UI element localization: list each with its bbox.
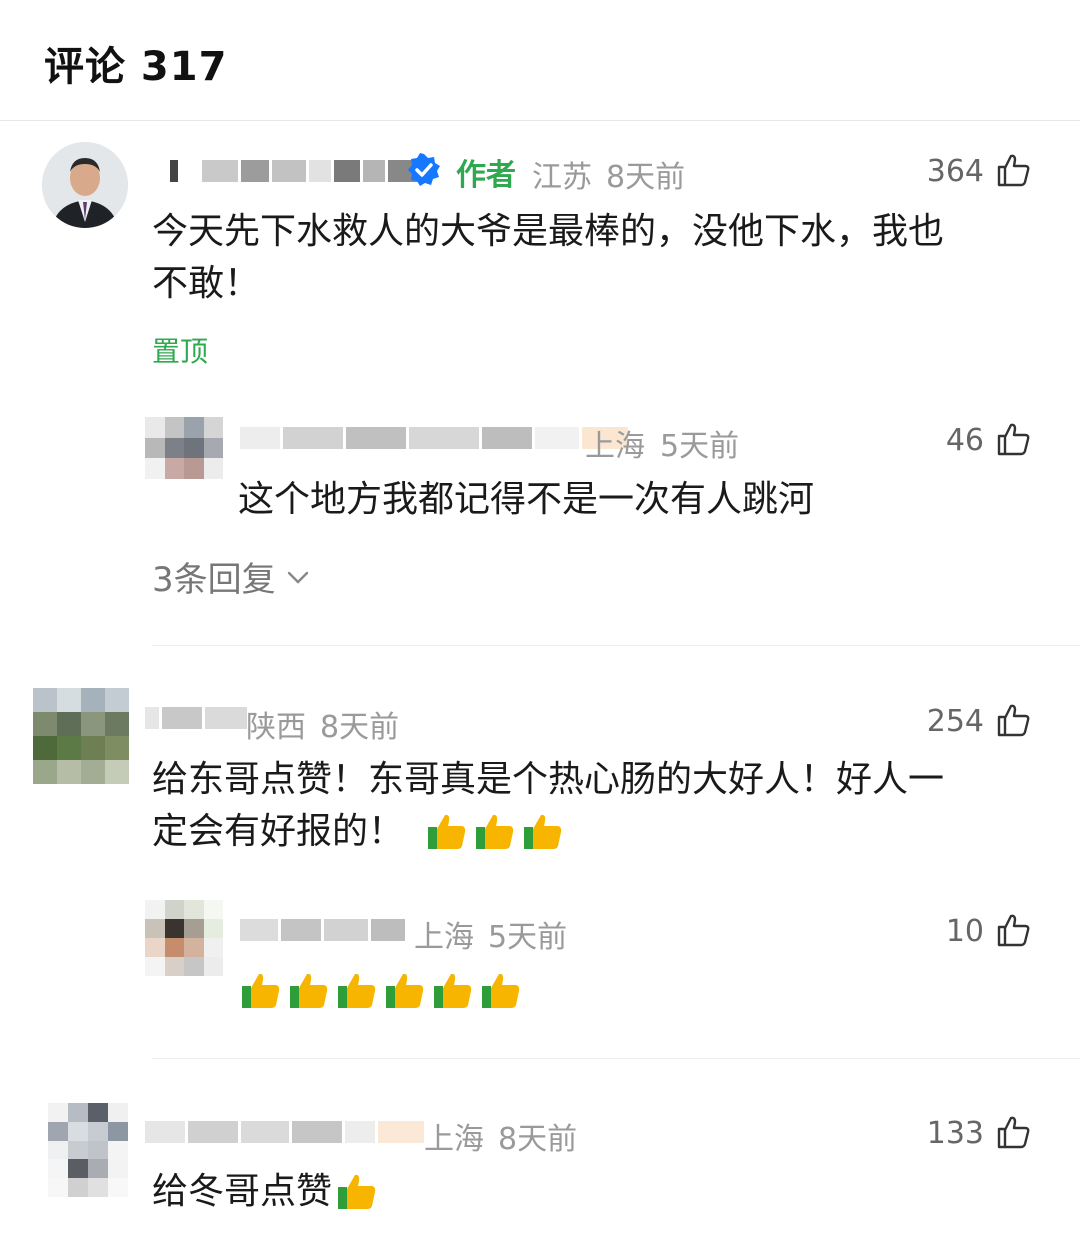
avatar[interactable] (145, 900, 223, 976)
like-count: 254 (926, 704, 984, 739)
thumbs-up-emoji-icon (524, 814, 562, 849)
comment-divider (152, 645, 1080, 646)
emoji-group (426, 811, 564, 853)
thumbs-up-emoji-icon (428, 814, 466, 849)
comment-location: 陕西 (246, 710, 306, 745)
emoji-group (240, 970, 522, 1012)
avatar[interactable] (145, 417, 223, 479)
page-title: 评论 317 (44, 44, 228, 90)
comment-text-line: 给东哥点赞！东哥真是个热心肠的大好人！好人一 (152, 759, 945, 800)
reply-time: 5天前 (488, 920, 568, 955)
blurred-username[interactable] (170, 153, 421, 189)
view-replies-label: 3条回复 (152, 560, 276, 600)
blurred-username[interactable] (145, 700, 250, 736)
comment-divider (152, 1058, 1080, 1059)
reply-time: 5天前 (660, 429, 740, 464)
view-replies-link[interactable]: 3条回复 (152, 552, 312, 601)
thumbs-up-emoji-icon (482, 973, 520, 1008)
comment-text-line: 定会有好报的！ (152, 811, 405, 852)
thumbs-up-outline-icon[interactable] (996, 421, 1032, 457)
thumbs-up-emoji-icon (242, 973, 280, 1008)
comment-time: 8天前 (498, 1122, 578, 1157)
reply-location: 上海 (585, 429, 645, 464)
like-count: 10 (945, 914, 984, 949)
thumbs-up-outline-icon[interactable] (996, 1114, 1032, 1150)
thumbs-up-outline-icon[interactable] (996, 152, 1032, 188)
author-avatar-photo (42, 142, 128, 228)
comment-line-with-emojis: 定会有好报的！ (152, 806, 564, 858)
verified-badge-icon (408, 153, 440, 186)
thumbs-up-emoji-icon (476, 814, 514, 849)
comment-location: 江苏 (532, 160, 592, 195)
thumbs-up-outline-icon[interactable] (996, 702, 1032, 738)
comment-line-with-emojis: 给冬哥点赞 (152, 1166, 378, 1218)
comment-location: 上海 (424, 1122, 484, 1157)
blurred-username[interactable] (145, 1114, 427, 1150)
comment-text: 给冬哥点赞 (152, 1171, 333, 1212)
pinned-label: 置顶 (152, 335, 209, 368)
comment-time: 8天前 (320, 710, 400, 745)
reply-text: 这个地方我都记得不是一次有人跳河 (238, 479, 815, 520)
thumbs-up-emoji-icon (290, 973, 328, 1008)
like-count: 46 (945, 423, 984, 458)
blurred-username[interactable] (240, 912, 408, 948)
thumbs-up-emoji-icon (338, 1174, 376, 1209)
comment-time: 8天前 (606, 160, 686, 195)
like-count: 364 (926, 154, 984, 189)
like-count: 133 (926, 1116, 984, 1151)
blurred-username[interactable] (240, 420, 631, 456)
avatar[interactable] (33, 688, 129, 784)
author-tag: 作者 (456, 158, 516, 193)
thumbs-up-emoji-icon (434, 973, 472, 1008)
chevron-down-icon (287, 571, 308, 584)
avatar[interactable] (42, 142, 128, 228)
thumbs-up-emoji-icon (338, 973, 376, 1008)
reply-location: 上海 (414, 920, 474, 955)
thumbs-up-emoji-icon (386, 973, 424, 1008)
thumbs-up-outline-icon[interactable] (996, 912, 1032, 948)
header-divider (0, 120, 1080, 121)
comment-text-line: 不敢！ (152, 263, 261, 304)
comment-text-line: 今天先下水救人的大爷是最棒的，没他下水，我也 (152, 211, 945, 252)
avatar[interactable] (48, 1103, 128, 1197)
